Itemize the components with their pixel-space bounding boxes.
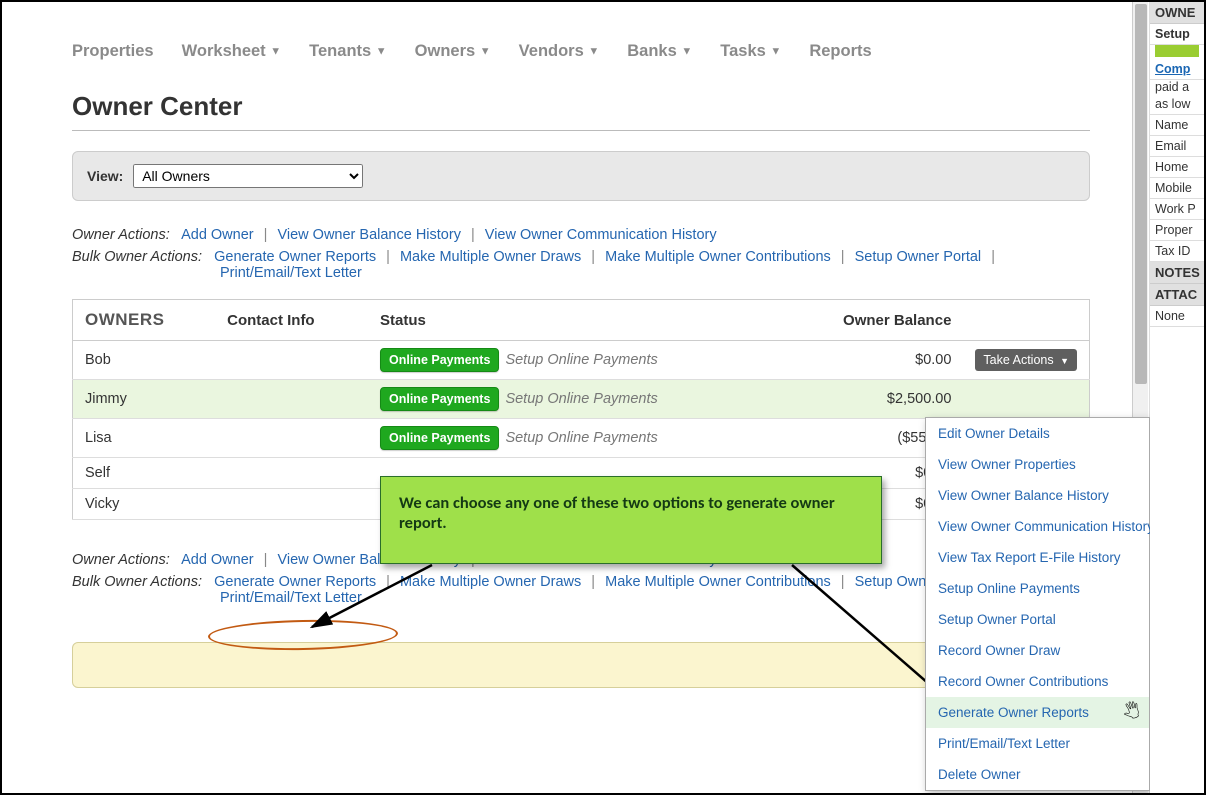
bulk-owner-actions-top: Bulk Owner Actions: Generate Owner Repor… — [72, 249, 1090, 281]
right-panel: OWNE Setup Comp paid a as low NameEmailH… — [1149, 2, 1204, 793]
top-nav: Properties Worksheet ▼ Tenants ▼ Owners ▼ V… — [72, 42, 1090, 61]
link-print-letter-b[interactable]: Print/Email/Text Letter — [220, 590, 362, 606]
owner-name: Self — [73, 458, 216, 489]
th-contact: Contact Info — [215, 300, 368, 341]
menu-item-view-tax-report-e-file-history[interactable]: View Tax Report E-File History — [926, 542, 1149, 573]
th-balance: Owner Balance — [782, 300, 964, 341]
view-bar: View: All Owners — [72, 151, 1090, 201]
nav-worksheet[interactable]: Worksheet ▼ — [182, 42, 282, 61]
take-actions-button[interactable]: Take Actions ▼ — [975, 349, 1077, 371]
online-payments-badge[interactable]: Online Payments — [380, 426, 499, 450]
link-multiple-draws-b[interactable]: Make Multiple Owner Draws — [400, 574, 581, 590]
detail-row: Proper — [1150, 220, 1204, 241]
link-print-letter[interactable]: Print/Email/Text Letter — [220, 265, 362, 281]
menu-item-print-email-text-letter[interactable]: Print/Email/Text Letter — [926, 728, 1149, 759]
menu-item-generate-owner-reports[interactable]: Generate Owner Reports🖑 — [926, 697, 1149, 728]
owner-name: Lisa — [73, 419, 216, 458]
table-row[interactable]: Bob Online Payments Setup Online Payments $… — [73, 341, 1090, 380]
caret-down-icon: ▼ — [770, 46, 781, 58]
owner-name: Jimmy — [73, 380, 216, 419]
annotation-callout: We can choose any one of these two optio… — [380, 476, 882, 564]
status-text: Setup Online Payments — [505, 352, 657, 368]
link-setup-portal[interactable]: Setup Owner Portal — [855, 249, 982, 265]
th-owners: OWNERS — [73, 300, 216, 341]
link-balance-history[interactable]: View Owner Balance History — [277, 227, 460, 243]
caret-down-icon: ▼ — [376, 46, 387, 58]
scrollbar-thumb[interactable] — [1135, 4, 1147, 384]
th-status: Status — [368, 300, 782, 341]
link-generate-reports[interactable]: Generate Owner Reports — [214, 249, 376, 265]
link-generate-reports-b[interactable]: Generate Owner Reports — [214, 574, 376, 590]
nav-banks[interactable]: Banks ▼ — [627, 42, 692, 61]
detail-row: Tax ID — [1150, 241, 1204, 262]
link-comm-history[interactable]: View Owner Communication History — [485, 227, 717, 243]
detail-row: Email — [1150, 136, 1204, 157]
nav-owners[interactable]: Owners ▼ — [415, 42, 491, 61]
detail-row: Work P — [1150, 199, 1204, 220]
detail-row: Mobile — [1150, 178, 1204, 199]
online-payments-badge[interactable]: Online Payments — [380, 348, 499, 372]
cursor-icon: 🖑 — [1120, 699, 1145, 730]
detail-row: Home — [1150, 157, 1204, 178]
table-row[interactable]: Jimmy Online Payments Setup Online Payment… — [73, 380, 1090, 419]
caret-down-icon: ▼ — [480, 46, 491, 58]
menu-item-setup-owner-portal[interactable]: Setup Owner Portal — [926, 604, 1149, 635]
caret-down-icon: ▼ — [681, 46, 692, 58]
view-select[interactable]: All Owners — [133, 164, 363, 188]
caret-down-icon: ▼ — [270, 46, 281, 58]
owner-actions-label: Owner Actions: — [72, 227, 170, 243]
divider — [72, 130, 1090, 131]
take-actions-menu: Edit Owner DetailsView Owner PropertiesV… — [925, 417, 1150, 791]
view-label: View: — [87, 168, 123, 184]
menu-item-view-owner-properties[interactable]: View Owner Properties — [926, 449, 1149, 480]
menu-item-view-owner-communication-history[interactable]: View Owner Communication History — [926, 511, 1149, 542]
menu-item-view-owner-balance-history[interactable]: View Owner Balance History — [926, 480, 1149, 511]
caret-down-icon: ▼ — [588, 46, 599, 58]
link-add-owner-b[interactable]: Add Owner — [181, 552, 254, 568]
menu-item-edit-owner-details[interactable]: Edit Owner Details — [926, 418, 1149, 449]
link-multiple-contrib[interactable]: Make Multiple Owner Contributions — [605, 249, 831, 265]
nav-tenants[interactable]: Tenants ▼ — [309, 42, 387, 61]
link-multiple-contrib-b[interactable]: Make Multiple Owner Contributions — [605, 574, 831, 590]
nav-tasks[interactable]: Tasks ▼ — [720, 42, 781, 61]
online-payments-badge[interactable]: Online Payments — [380, 387, 499, 411]
owner-balance: $0.00 — [782, 341, 964, 380]
nav-properties[interactable]: Properties — [72, 42, 154, 61]
nav-vendors[interactable]: Vendors ▼ — [519, 42, 600, 61]
status-text: Setup Online Payments — [505, 391, 657, 407]
page-title: Owner Center — [72, 91, 1090, 122]
menu-item-delete-owner[interactable]: Delete Owner — [926, 759, 1149, 790]
owner-name: Vicky — [73, 489, 216, 520]
progress-bar — [1155, 45, 1199, 57]
bulk-actions-label: Bulk Owner Actions: — [72, 249, 202, 265]
detail-row: Name — [1150, 115, 1204, 136]
status-text: Setup Online Payments — [505, 430, 657, 446]
menu-item-record-owner-contributions[interactable]: Record Owner Contributions — [926, 666, 1149, 697]
link-add-owner[interactable]: Add Owner — [181, 227, 254, 243]
owner-actions-top: Owner Actions: Add Owner | View Owner Ba… — [72, 227, 1090, 243]
nav-reports[interactable]: Reports — [809, 42, 871, 61]
owner-name: Bob — [73, 341, 216, 380]
menu-item-record-owner-draw[interactable]: Record Owner Draw — [926, 635, 1149, 666]
caret-down-icon: ▼ — [1060, 356, 1069, 366]
link-multiple-draws[interactable]: Make Multiple Owner Draws — [400, 249, 581, 265]
owner-balance: $2,500.00 — [782, 380, 964, 419]
menu-item-setup-online-payments[interactable]: Setup Online Payments — [926, 573, 1149, 604]
